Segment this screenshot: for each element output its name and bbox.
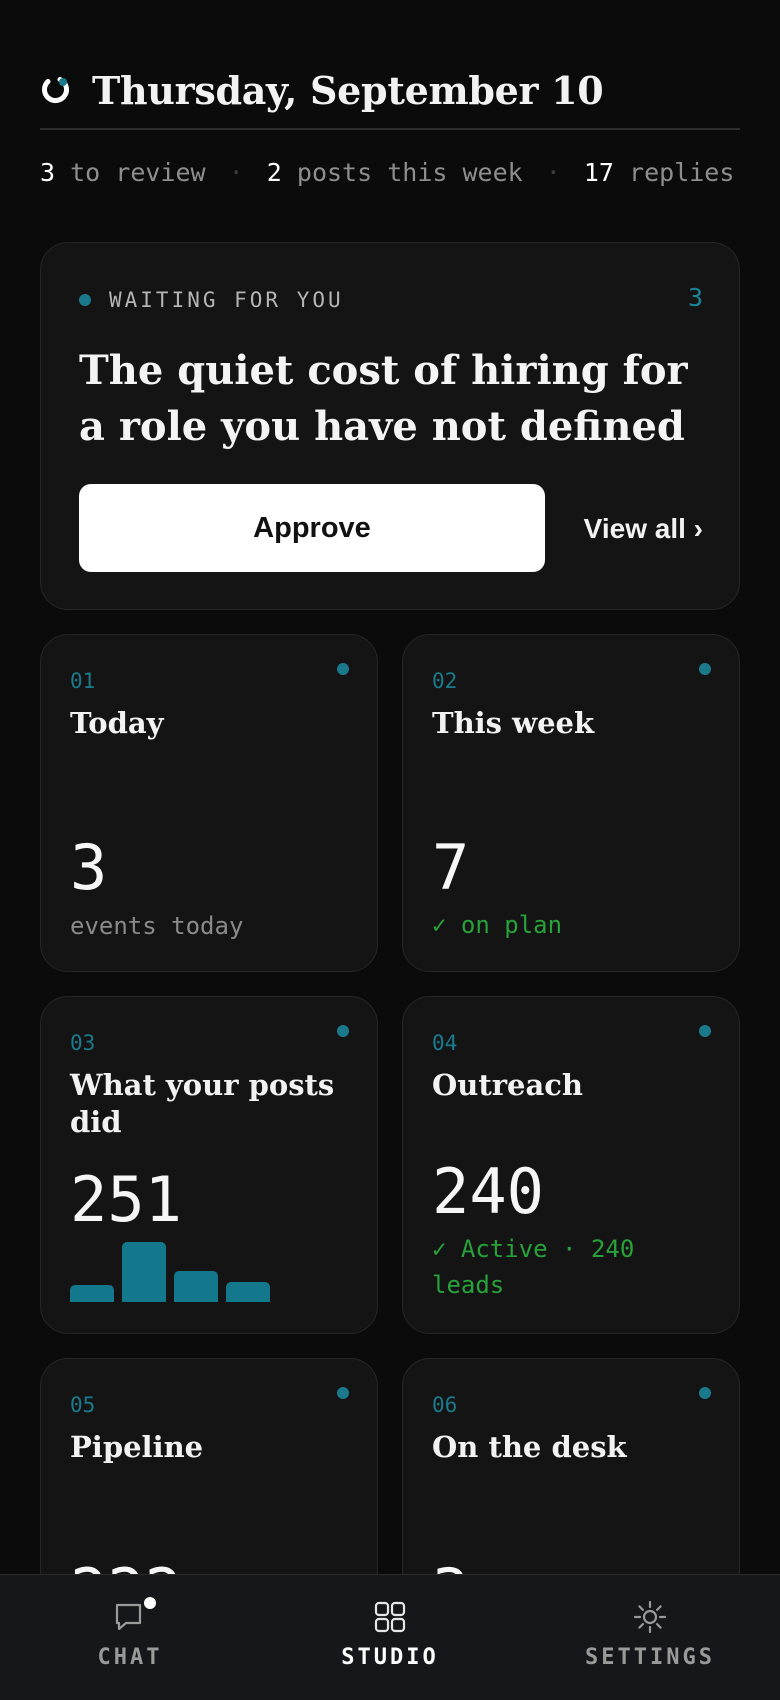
waiting-count: 3 (687, 283, 703, 312)
tile-index: 03 (70, 1031, 96, 1055)
tile-value: 3 (70, 831, 108, 904)
waiting-card: WAITING FOR YOU 3 The quiet cost of hiri… (40, 242, 740, 610)
logo-icon (40, 75, 70, 105)
tile-status: ✓ Active · 240 leads (432, 1235, 635, 1299)
tile-title: Outreach (432, 1068, 584, 1102)
tile-outreach[interactable]: 04 Outreach 240 ✓ Active · 240 leads (402, 996, 740, 1334)
tile-value: 240 (432, 1155, 544, 1228)
sparkline-bar (70, 1285, 114, 1302)
tile-index: 02 (432, 669, 458, 693)
tile-index: 01 (70, 669, 96, 693)
nav-settings[interactable]: SETTINGS (550, 1599, 750, 1670)
status-dot-icon (79, 294, 91, 306)
status-dot-icon (699, 1025, 711, 1037)
tile-index: 05 (70, 1393, 96, 1417)
tile-today[interactable]: 01 Today 3 events today (40, 634, 378, 972)
sparkline-bar (174, 1271, 218, 1302)
sparkline-bar (122, 1242, 166, 1302)
grid-icon (372, 1599, 408, 1635)
stat-separator: · (545, 158, 561, 187)
page-title: Thursday, September 10 (92, 67, 604, 113)
replies-label: replies (629, 158, 735, 187)
status-dot-icon (699, 663, 711, 675)
tile-caption: events today (70, 912, 244, 940)
tile-title: What your posts did (70, 1068, 335, 1139)
approve-button[interactable]: Approve (79, 484, 545, 572)
page-header: Thursday, September 10 (40, 50, 740, 130)
status-dot-icon (337, 663, 349, 675)
nav-label: STUDIO (341, 1645, 439, 1670)
tile-value: 7 (432, 831, 470, 904)
tile-title: Today (70, 706, 164, 740)
posts-label: posts this week (296, 158, 523, 187)
waiting-headline: The quiet cost of hiring for a role you … (79, 347, 688, 450)
sparkline-bar (226, 1282, 270, 1302)
bottom-nav: CHAT STUDIO SETTINGS (0, 1574, 780, 1700)
review-count: 3 (40, 158, 56, 187)
waiting-label-text: WAITING FOR YOU (109, 288, 344, 312)
replies-count: 17 (583, 158, 614, 187)
status-dot-icon (337, 1025, 349, 1037)
status-dot-icon (699, 1387, 711, 1399)
header-divider (40, 128, 740, 130)
status-dot-icon (337, 1387, 349, 1399)
tile-title: This week (432, 706, 595, 740)
unread-badge-icon (144, 1597, 156, 1609)
nav-label: CHAT (97, 1645, 163, 1670)
tile-posts[interactable]: 03 What your posts did 251 (40, 996, 378, 1334)
nav-label: SETTINGS (585, 1645, 715, 1670)
tile-title: Pipeline (70, 1430, 204, 1464)
stat-separator: · (228, 158, 244, 187)
tile-index: 04 (432, 1031, 458, 1055)
review-label: to review (70, 158, 206, 187)
posts-count: 2 (266, 158, 282, 187)
view-all-link[interactable]: View all › (584, 513, 703, 545)
tile-value: 251 (70, 1163, 182, 1236)
tile-status: ✓ on plan (432, 911, 563, 939)
nav-chat[interactable]: CHAT (30, 1597, 230, 1670)
chat-icon (112, 1597, 156, 1635)
tile-index: 06 (432, 1393, 458, 1417)
nav-studio[interactable]: STUDIO (290, 1599, 490, 1670)
tile-this-week[interactable]: 02 This week 7 ✓ on plan (402, 634, 740, 972)
posts-sparkline (70, 1242, 270, 1302)
summary-stats: 3 to review · 2 posts this week · 17 rep… (40, 158, 734, 187)
gear-icon (632, 1599, 668, 1635)
waiting-label: WAITING FOR YOU (79, 288, 344, 312)
tile-title: On the desk (432, 1430, 627, 1464)
